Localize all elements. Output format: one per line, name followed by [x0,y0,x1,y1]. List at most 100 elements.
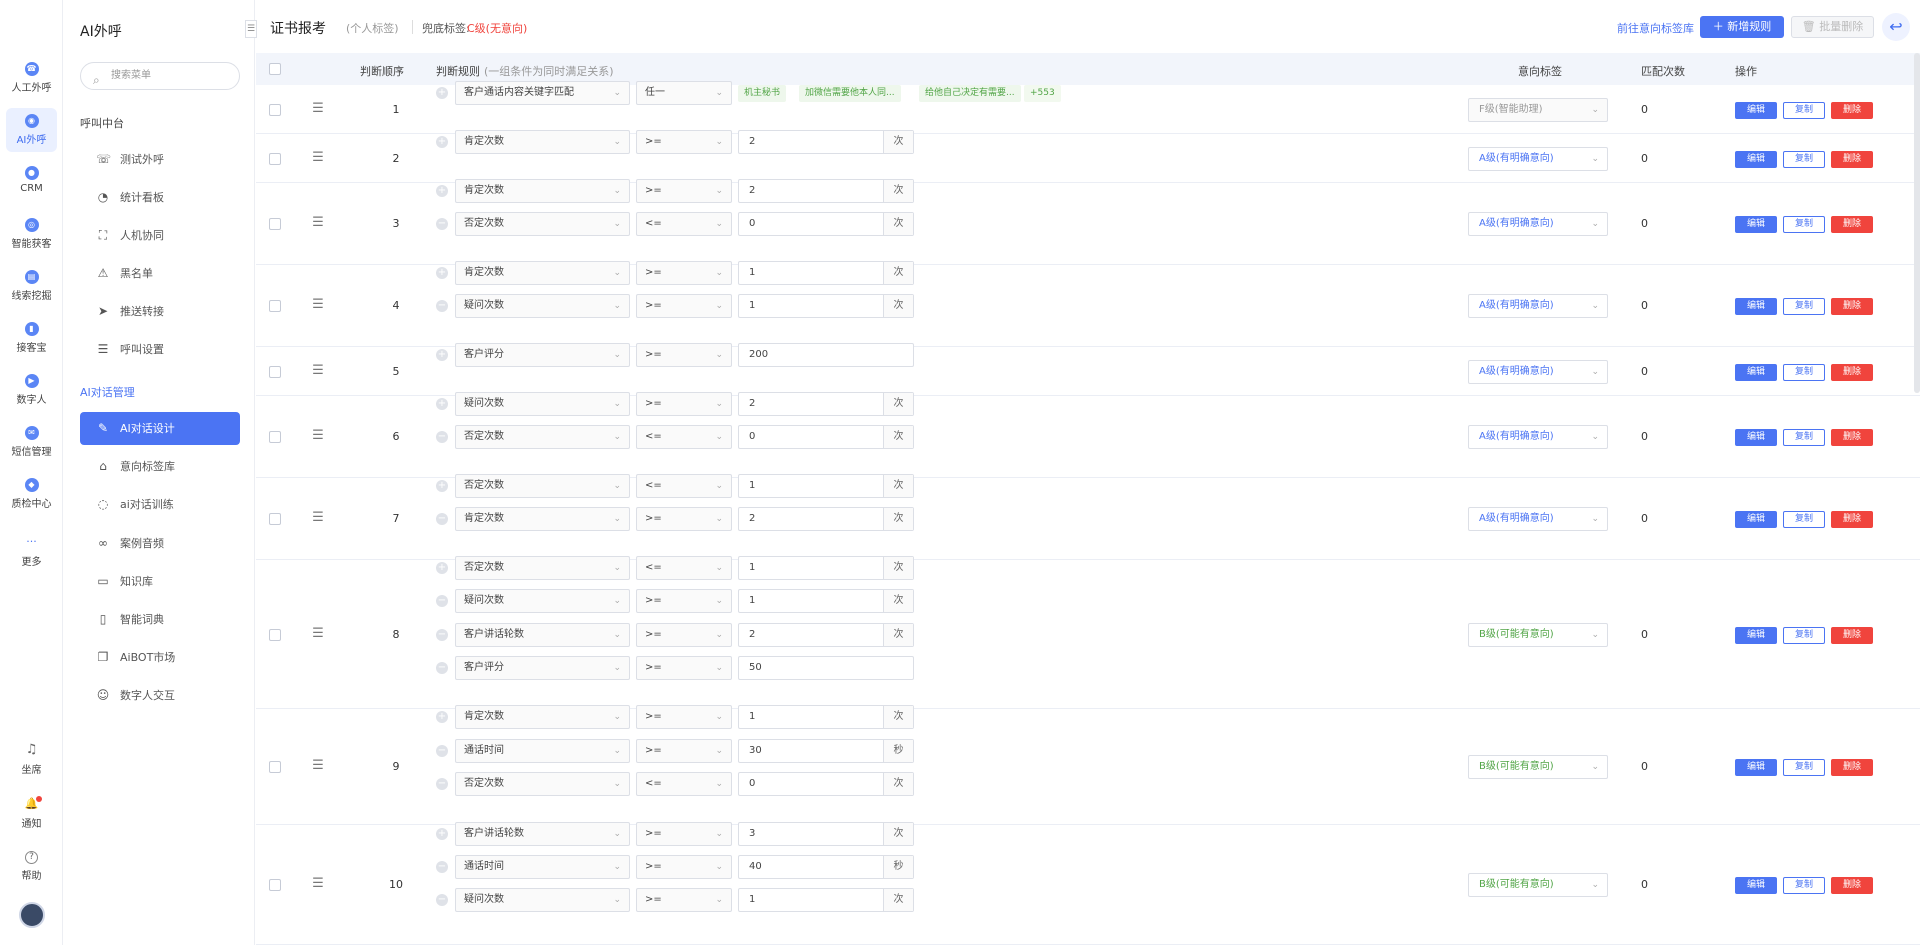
condition-field-select[interactable]: 通话时间 ⌄ [455,855,630,879]
add-condition-icon[interactable]: + [436,480,448,492]
rail-bottom-item-0[interactable]: ♫ 坐席 [0,742,63,776]
delete-button[interactable]: 删除 [1831,626,1873,644]
edit-button[interactable]: 编辑 [1735,429,1777,446]
copy-button[interactable]: 复制 [1783,759,1825,776]
delete-button[interactable]: 删除 [1831,101,1873,119]
menu-item-pie-chart[interactable]: ◔ 统计看板 [80,181,240,214]
row-checkbox[interactable] [269,300,281,312]
condition-value-input[interactable]: 0次 [738,212,914,236]
condition-field-select[interactable]: 否定次数 ⌄ [455,772,630,796]
table-scrollbar[interactable] [1914,53,1920,393]
edit-button[interactable]: 编辑 [1735,626,1777,644]
delete-button[interactable]: 删除 [1831,877,1873,894]
menu-item-phone[interactable]: ☏ 测试外呼 [80,143,240,176]
condition-value-input[interactable]: 1次 [738,474,914,498]
menu-item-edit[interactable]: ✎ AI对话设计 [80,412,240,445]
condition-field-select[interactable]: 肯定次数 ⌄ [455,130,630,154]
condition-value-input[interactable]: 1次 [738,294,914,318]
remove-condition-icon[interactable]: − [436,513,448,525]
condition-operator-select[interactable]: >= ⌄ [636,822,732,846]
condition-value-input[interactable]: 0次 [738,425,914,449]
row-checkbox[interactable] [269,628,281,641]
menu-item-book[interactable]: ▯ 智能词典 [80,603,240,636]
row-checkbox[interactable] [269,365,281,378]
copy-button[interactable]: 复制 [1783,101,1825,119]
remove-condition-icon[interactable]: − [436,894,448,906]
copy-button[interactable]: 复制 [1783,626,1825,644]
delete-button[interactable]: 删除 [1831,150,1873,168]
row-checkbox[interactable] [269,513,281,525]
intent-tag-select[interactable]: A级(有明确意向) ⌄ [1468,294,1608,318]
remove-condition-icon[interactable]: − [436,218,448,230]
intent-tag-select[interactable]: B级(可能有意向) ⌄ [1468,622,1608,647]
rail-bottom-item-2[interactable]: ? 帮助 [0,851,63,882]
condition-field-select[interactable]: 否定次数 ⌄ [455,425,630,449]
condition-value-input[interactable]: 2次 [738,507,914,531]
condition-field-select[interactable]: 通话时间 ⌄ [455,739,630,763]
menu-item-store[interactable]: ❐ AiBOT市场 [80,641,240,674]
drag-handle-icon[interactable]: ☰ [311,150,325,165]
condition-value-input[interactable]: 0次 [738,772,914,796]
condition-value-input[interactable]: 2次 [738,130,914,154]
row-checkbox[interactable] [269,431,281,443]
condition-field-select[interactable]: 疑问次数 ⌄ [455,294,630,318]
condition-field-select[interactable]: 肯定次数 ⌄ [455,705,630,729]
copy-button[interactable]: 复制 [1783,363,1825,381]
condition-value-input[interactable]: 2次 [738,392,914,416]
rail-item-8[interactable]: ◆ 质检中心 [0,478,63,510]
select-all-checkbox[interactable] [269,63,281,75]
delete-button[interactable]: 删除 [1831,363,1873,381]
condition-field-select[interactable]: 否定次数 ⌄ [455,556,630,580]
copy-button[interactable]: 复制 [1783,429,1825,446]
rail-item-9[interactable]: ··· 更多 [0,534,63,568]
add-condition-icon[interactable]: + [436,828,448,840]
remove-condition-icon[interactable]: − [436,629,448,641]
edit-button[interactable]: 编辑 [1735,216,1777,233]
intent-tag-select[interactable]: B级(可能有意向) ⌄ [1468,755,1608,779]
add-condition-icon[interactable]: + [436,87,448,99]
rail-item-3[interactable]: ◎ 智能获客 [0,218,63,250]
condition-operator-select[interactable]: <= ⌄ [636,212,732,236]
menu-item-warning[interactable]: ⚠ 黑名单 [80,257,240,290]
drag-handle-icon[interactable]: ☰ [311,510,325,525]
rail-item-5[interactable]: ▮ 接客宝 [0,322,63,354]
condition-field-select[interactable]: 肯定次数 ⌄ [455,261,630,285]
drag-handle-icon[interactable]: ☰ [311,428,325,443]
condition-operator-select[interactable]: >= ⌄ [636,705,732,729]
condition-operator-select[interactable]: >= ⌄ [636,261,732,285]
condition-value-input[interactable]: 1次 [738,589,914,613]
rail-bottom-item-1[interactable]: 🔔 通知 [0,796,63,830]
condition-operator-select[interactable]: >= ⌄ [636,294,732,318]
drag-handle-icon[interactable]: ☰ [311,297,325,312]
back-icon[interactable]: ↩ [1882,13,1910,41]
menu-item-person[interactable]: ☺ 数字人交互 [80,679,240,712]
row-checkbox[interactable] [269,879,281,891]
add-condition-icon[interactable]: + [436,136,448,148]
condition-operator-select[interactable]: <= ⌄ [636,556,732,580]
condition-value-input[interactable]: 2次 [738,623,914,647]
condition-operator-select[interactable]: 任一 ⌄ [636,81,732,105]
condition-value-input[interactable]: 1次 [738,705,914,729]
intent-tag-select[interactable]: A级(有明确意向) ⌄ [1468,146,1608,171]
menu-item-voicemail[interactable]: ∞ 案例音频 [80,527,240,560]
menu-item-tag[interactable]: ⌂ 意向标签库 [80,450,240,483]
condition-field-select[interactable]: 疑问次数 ⌄ [455,392,630,416]
condition-operator-select[interactable]: >= ⌄ [636,589,732,613]
condition-field-select[interactable]: 客户评分 ⌄ [455,343,630,367]
rail-item-1[interactable]: ◉ AI外呼 [6,108,57,152]
condition-operator-select[interactable]: >= ⌄ [636,179,732,203]
condition-operator-select[interactable]: >= ⌄ [636,507,732,531]
rail-item-6[interactable]: ▶ 数字人 [0,374,63,406]
edit-button[interactable]: 编辑 [1735,759,1777,776]
condition-value-input[interactable]: 2次 [738,179,914,203]
intent-tag-select[interactable]: A级(有明确意向) ⌄ [1468,359,1608,384]
menu-item-scan[interactable]: ⛶ 人机协同 [80,219,240,252]
user-avatar[interactable] [19,902,45,928]
condition-value-input[interactable]: 1次 [738,261,914,285]
remove-condition-icon[interactable]: − [436,300,448,312]
condition-operator-select[interactable]: >= ⌄ [636,656,732,680]
condition-value-input[interactable]: 40 秒 [738,855,914,879]
condition-value-input[interactable]: 1次 [738,556,914,580]
add-condition-icon[interactable]: + [436,267,448,279]
condition-operator-select[interactable]: >= ⌄ [636,392,732,416]
